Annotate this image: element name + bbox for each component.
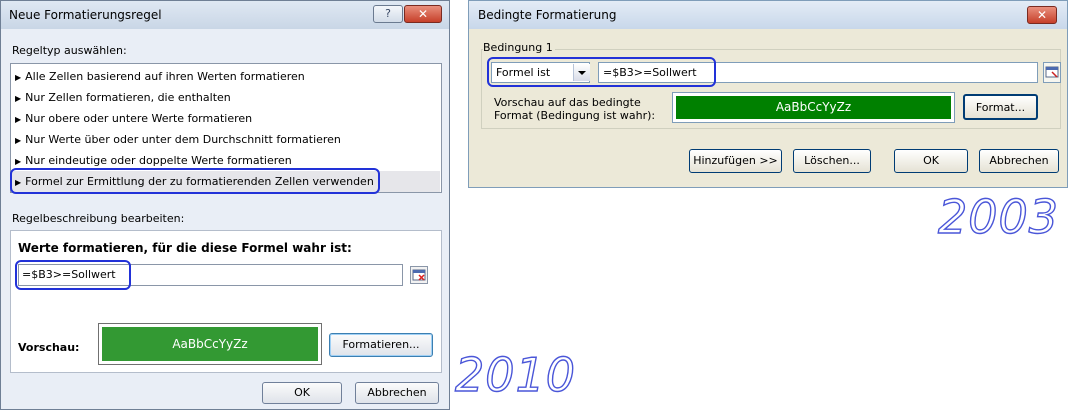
highlight-condition: [487, 57, 716, 87]
rule-type-label: Regeltyp auswählen:: [12, 44, 127, 57]
title-bar: Bedingte Formatierung ✕: [469, 1, 1067, 29]
rule-type-item[interactable]: ▶ Nur Werte über oder unter dem Durchschn…: [15, 129, 437, 150]
help-button[interactable]: ?: [373, 5, 403, 23]
add-button[interactable]: Hinzufügen >>: [689, 149, 782, 173]
close-button[interactable]: ✕: [404, 5, 442, 23]
rule-type-item[interactable]: ▶ Nur obere oder untere Werte formatieren: [15, 108, 437, 129]
rule-description-panel: Werte formatieren, für die diese Formel …: [10, 230, 442, 373]
preview-caption-line2: Format (Bedingung ist wahr):: [494, 109, 656, 122]
preview-frame: AaBbCcYyZz: [98, 323, 322, 365]
ok-button[interactable]: OK: [894, 149, 968, 173]
rule-type-item[interactable]: ▶ Alle Zellen basierend auf ihren Werten …: [15, 66, 437, 87]
range-picker-button[interactable]: [410, 266, 428, 284]
preview-frame: AaBbCcYyZz: [672, 92, 955, 123]
range-picker-icon: [1045, 66, 1059, 78]
format-button[interactable]: Formatieren...: [329, 333, 433, 357]
range-picker-icon: [412, 269, 426, 281]
condition-label: Bedingung 1: [483, 41, 555, 54]
triangle-right-icon: ▶: [15, 115, 22, 124]
triangle-right-icon: ▶: [15, 94, 22, 103]
cancel-button[interactable]: Abbrechen: [979, 149, 1059, 173]
triangle-right-icon: ▶: [15, 73, 22, 82]
highlight-formula-input: [15, 260, 131, 290]
range-picker-button[interactable]: [1043, 62, 1061, 83]
format-button[interactable]: Format...: [963, 94, 1038, 120]
dialog-title: Neue Formatierungsregel: [9, 8, 162, 22]
formula-heading: Werte formatieren, für die diese Formel …: [18, 241, 352, 255]
version-label-2003: 2003: [937, 189, 1060, 244]
delete-button[interactable]: Löschen...: [793, 149, 871, 173]
rule-type-item[interactable]: ▶ Nur Zellen formatieren, die enthalten: [15, 87, 437, 108]
dialog-title: Bedingte Formatierung: [478, 8, 617, 22]
preview-sample: AaBbCcYyZz: [102, 327, 318, 361]
version-label-2010: 2010: [454, 347, 577, 402]
preview-caption-line1: Vorschau auf das bedingte: [494, 96, 641, 109]
cancel-button[interactable]: Abbrechen: [355, 382, 439, 404]
preview-sample: AaBbCcYyZz: [676, 96, 951, 119]
conditional-formatting-dialog: Bedingte Formatierung ✕ Bedingung 1 Form…: [468, 0, 1068, 188]
description-label: Regelbeschreibung bearbeiten:: [12, 212, 185, 225]
ok-button[interactable]: OK: [262, 382, 342, 404]
title-bar: Neue Formatierungsregel ? ✕: [1, 1, 449, 29]
new-formatting-rule-dialog: Neue Formatierungsregel ? ✕ Regeltyp aus…: [0, 0, 450, 410]
triangle-right-icon: ▶: [15, 136, 22, 145]
highlight-formula-rule: [10, 168, 380, 194]
triangle-right-icon: ▶: [15, 157, 22, 166]
close-button[interactable]: ✕: [1027, 6, 1057, 24]
preview-label: Vorschau:: [18, 341, 80, 354]
